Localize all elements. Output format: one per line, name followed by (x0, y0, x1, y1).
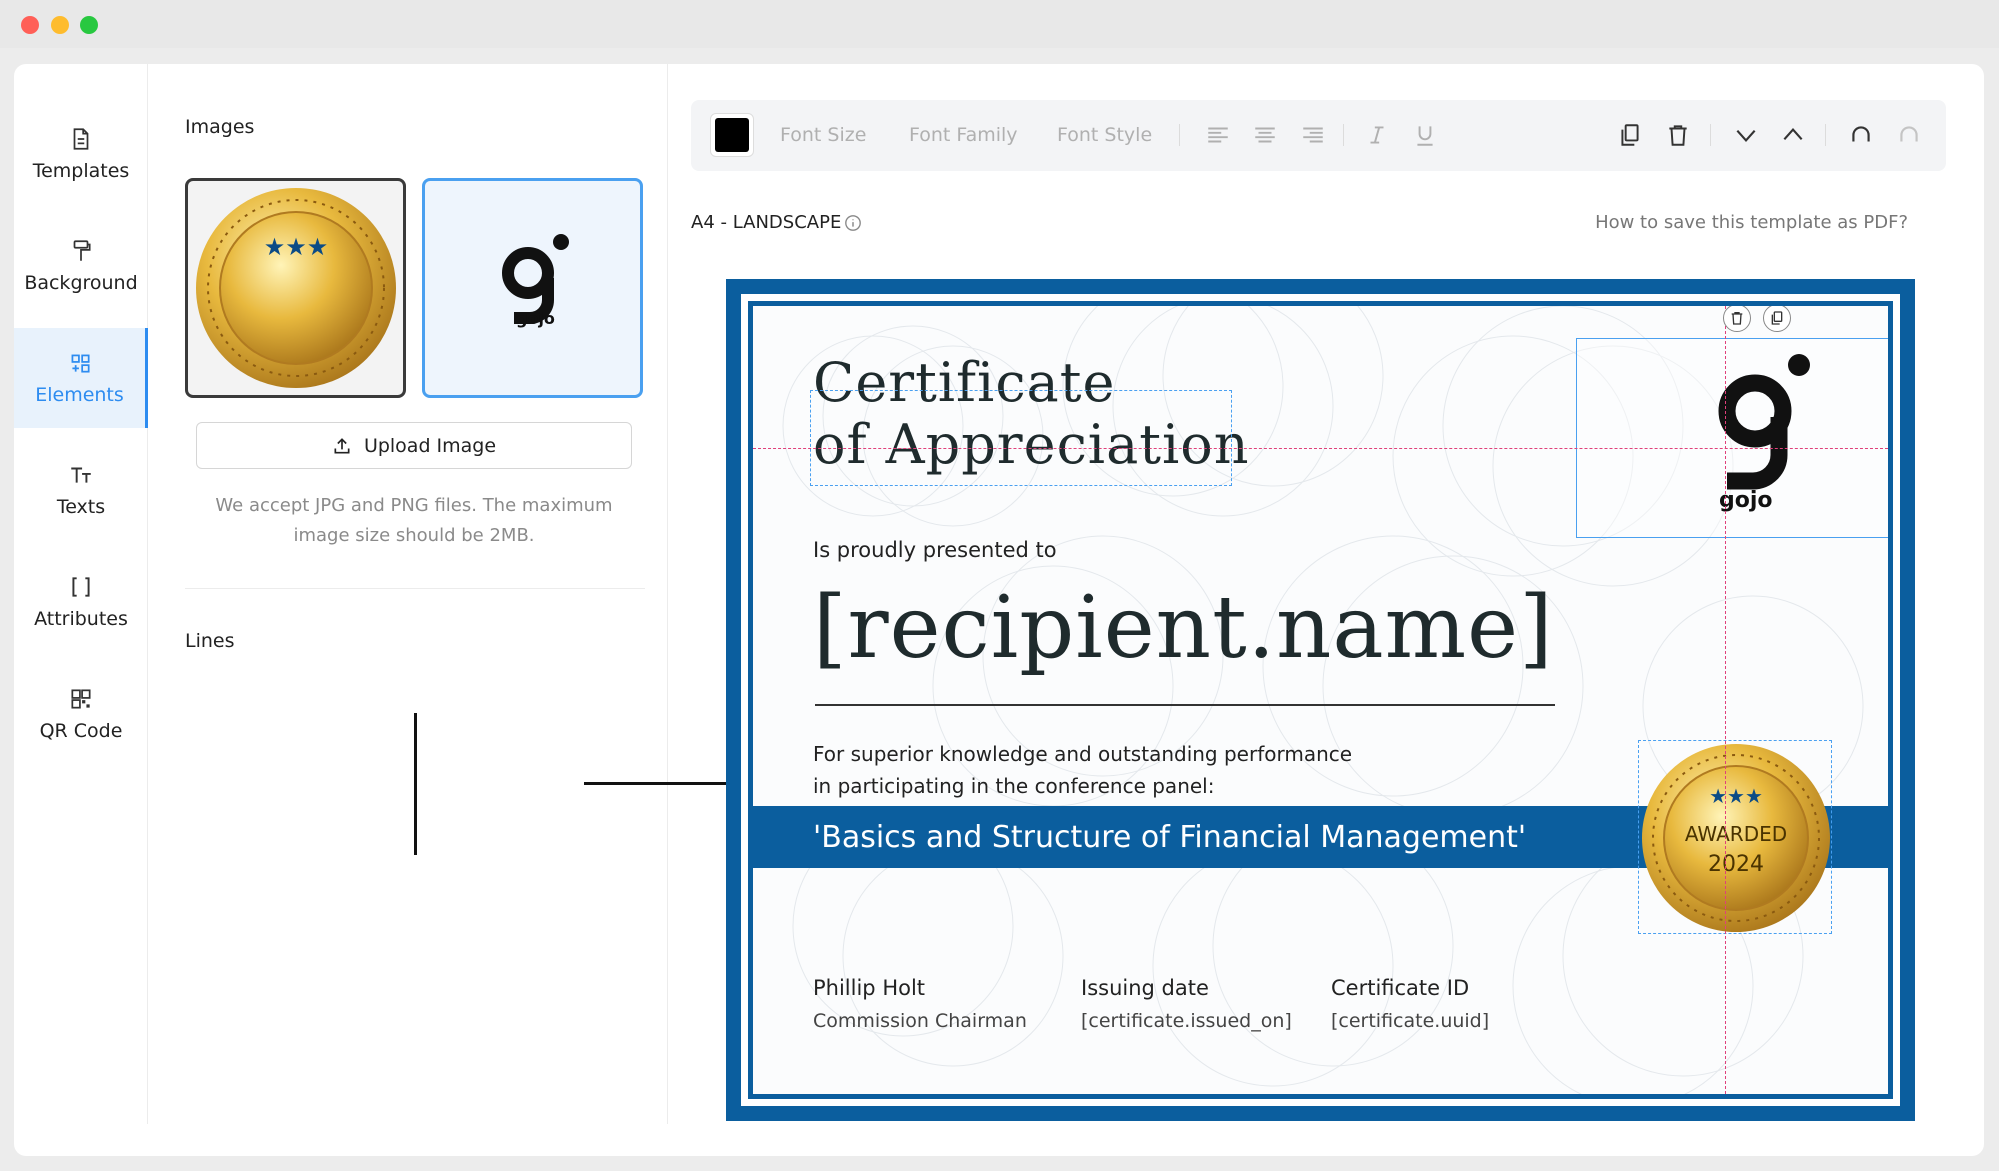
nav-item-label: Elements (35, 384, 124, 406)
certificate-id-block[interactable]: Certificate ID [certificate.uuid] (1331, 976, 1489, 1032)
logo-element[interactable]: gojo (1576, 338, 1888, 538)
nav-item-attributes[interactable]: Attributes (14, 552, 148, 652)
nav-item-label: Texts (56, 496, 106, 518)
sidebar-nav: Templates Background Elements Texts Attr… (14, 64, 148, 1124)
toolbar-separator (1710, 124, 1711, 146)
certificate-id-title: Certificate ID (1331, 976, 1470, 1000)
nav-item-texts[interactable]: Texts (14, 440, 148, 540)
issuing-date-title: Issuing date (1081, 976, 1209, 1000)
certificate-id-value: [certificate.uuid] (1331, 1010, 1490, 1032)
section-divider (185, 588, 645, 589)
upload-image-label: Upload Image (363, 434, 497, 457)
signatory-title: Phillip Holt (813, 976, 926, 1000)
font-family-select[interactable]: Font Family (909, 124, 1018, 146)
format-toolbar: Font Size Font Family Font Style (691, 100, 1946, 171)
nav-item-qr-code[interactable]: QR Code (14, 664, 148, 764)
text-size-icon (71, 467, 91, 483)
window-titlebar (0, 0, 1999, 48)
canvas-size-label: A4 - LANDSCAPE (691, 212, 842, 233)
minimize-window-button[interactable] (51, 16, 69, 34)
app-window: Templates Background Elements Texts Attr… (14, 64, 1984, 1156)
save-pdf-help-link[interactable]: How to save this template as PDF? (1595, 212, 1908, 233)
recipient-name-field[interactable]: [recipient.name] (813, 578, 1554, 678)
nav-item-label: QR Code (39, 720, 123, 742)
certificate-paper: Certificate of Appreciation Is proudly p… (748, 301, 1893, 1099)
svg-text:★★★: ★★★ (1709, 784, 1763, 808)
nav-item-label: Attributes (34, 608, 128, 630)
elements-panel: Images ★★★ gojo Upload Image We accept J… (148, 64, 726, 1124)
align-center-icon[interactable] (1252, 122, 1278, 148)
italic-icon[interactable] (1364, 122, 1390, 148)
trash-icon (1731, 312, 1743, 325)
close-window-button[interactable] (21, 16, 39, 34)
signatory-subtitle: Commission Chairman (813, 1010, 1027, 1032)
paint-roller-icon (73, 240, 91, 261)
award-seal-image: ★★★ AWARDED 2024 (1642, 744, 1830, 932)
seal-text-line1: AWARDED (1685, 822, 1787, 846)
signatory-chairman[interactable]: Phillip Holt Commission Chairman (813, 976, 1027, 1032)
element-quick-tools (1723, 306, 1803, 332)
grid-plus-icon (71, 354, 90, 373)
redo-icon[interactable] (1896, 122, 1922, 148)
title-selection-box (810, 390, 1232, 486)
nav-item-background[interactable]: Background (14, 216, 148, 316)
underline-icon[interactable] (1412, 122, 1438, 148)
move-down-icon[interactable] (1733, 122, 1759, 148)
nav-item-elements[interactable]: Elements (14, 328, 148, 428)
file-icon (73, 128, 89, 150)
banner-text: 'Basics and Structure of Financial Manag… (813, 820, 1527, 855)
vertical-line-element[interactable] (414, 713, 417, 855)
certificate-inner: Certificate of Appreciation Is proudly p… (741, 294, 1900, 1106)
color-swatch-fill (715, 118, 749, 152)
align-left-icon[interactable] (1205, 122, 1231, 148)
maximize-window-button[interactable] (80, 16, 98, 34)
svg-text:★★★: ★★★ (263, 233, 328, 261)
qr-code-icon (71, 689, 91, 709)
duplicate-icon[interactable] (1617, 122, 1643, 148)
issuing-date-value: [certificate.issued_on] (1081, 1010, 1292, 1032)
toolbar-separator (1179, 124, 1180, 146)
nav-item-label: Background (24, 272, 138, 294)
certificate-canvas[interactable]: Certificate of Appreciation Is proudly p… (726, 279, 1915, 1121)
award-seal-element[interactable]: ★★★ AWARDED 2024 (1638, 740, 1832, 934)
undo-icon[interactable] (1848, 122, 1874, 148)
alignment-guide-vertical (1725, 306, 1726, 1094)
brackets-icon (72, 577, 90, 597)
align-right-icon[interactable] (1300, 122, 1326, 148)
image-option-gojo-logo[interactable]: gojo (422, 178, 643, 398)
image-option-gold-seal[interactable]: ★★★ (185, 178, 406, 398)
font-size-select[interactable]: Font Size (780, 124, 866, 146)
element-delete-button[interactable] (1723, 306, 1751, 332)
description-text[interactable]: For superior knowledge and outstanding p… (813, 738, 1352, 802)
gojo-logo-image: gojo (501, 234, 569, 328)
info-icon[interactable] (844, 214, 862, 232)
duplicate-icon (1771, 311, 1783, 325)
gojo-logo-text: gojo (1719, 488, 1773, 513)
upload-hint: We accept JPG and PNG files. The maximum… (215, 495, 613, 546)
upload-icon (334, 437, 350, 453)
issuing-date-block[interactable]: Issuing date [certificate.issued_on] (1081, 976, 1292, 1032)
gojo-logo-text: gojo (516, 309, 555, 328)
upload-image-button[interactable]: Upload Image (196, 422, 632, 469)
gojo-logo-image: gojo (1718, 354, 1810, 513)
seal-text-line2: 2024 (1708, 852, 1764, 877)
font-style-select[interactable]: Font Style (1057, 124, 1152, 146)
nav-item-templates[interactable]: Templates (14, 104, 148, 204)
horizontal-line-element[interactable] (584, 782, 726, 785)
lines-section-title: Lines (185, 630, 235, 652)
gold-seal-image: ★★★ (195, 188, 396, 388)
images-section-title: Images (185, 116, 255, 138)
toolbar-separator (1343, 124, 1344, 146)
description-line1: For superior knowledge and outstanding p… (813, 742, 1353, 766)
alignment-guide-horizontal (753, 448, 1888, 449)
text-color-picker[interactable] (710, 113, 754, 157)
move-up-icon[interactable] (1780, 122, 1806, 148)
element-duplicate-button[interactable] (1763, 306, 1791, 332)
presented-to-text[interactable]: Is proudly presented to (813, 538, 1057, 562)
toolbar-separator (1825, 124, 1826, 146)
nav-item-label: Templates (32, 160, 130, 182)
description-line2: in participating in the conference panel… (813, 774, 1215, 798)
recipient-underline[interactable] (815, 704, 1555, 706)
trash-icon[interactable] (1665, 122, 1691, 148)
